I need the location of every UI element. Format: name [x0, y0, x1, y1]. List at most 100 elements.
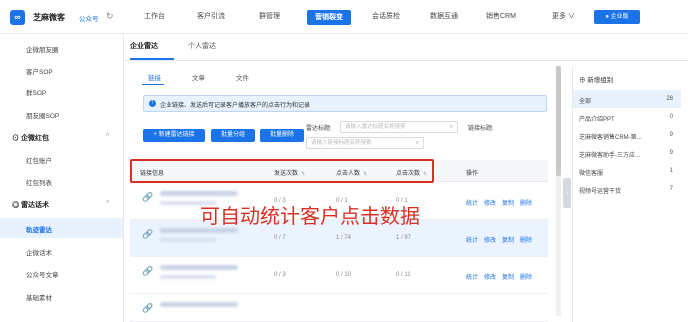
link-icon: 🔗	[142, 192, 154, 202]
tab-enterprise-radar[interactable]: 企业雷达	[130, 41, 158, 51]
subtab-link[interactable]: 链接	[148, 72, 161, 82]
group-name: 微信客服	[579, 171, 604, 177]
copy-link[interactable]: 复制	[502, 235, 514, 244]
sidebar-group-label: 雷达话术	[20, 202, 49, 209]
input-placeholder: 请输入链接标题名称搜索	[311, 140, 372, 146]
notice-text: 企业链接、发送后可记录客户播放客户的点击行为和记录	[160, 103, 311, 109]
send-count-cell: 0 / 7	[274, 235, 286, 241]
nav-data-sync[interactable]: 数据互通	[430, 0, 458, 34]
group-count: 7	[669, 186, 673, 192]
group-count: 1	[669, 168, 673, 174]
nav-group-management[interactable]: 群管理	[259, 0, 280, 34]
app-logo: ∞	[10, 10, 25, 25]
click-people-cell: 1 / 74	[336, 235, 352, 241]
blurred-title	[160, 302, 238, 307]
nav-more[interactable]: 更多 ∨	[552, 0, 575, 34]
delete-link[interactable]: 删除	[520, 272, 532, 281]
radar-title-label: 雷达标题:	[306, 126, 332, 132]
sidebar-item-materials[interactable]: 基础素材	[26, 292, 52, 302]
collapse-panel-icon[interactable]: ›	[563, 178, 571, 208]
switch-icon[interactable]: ↻	[106, 11, 114, 22]
add-group-button[interactable]: ⊕ 新增组别	[579, 74, 613, 84]
copy-link[interactable]: 复制	[502, 272, 514, 281]
group-name: 全部	[579, 99, 592, 105]
group-name: 视频号运营干货	[579, 189, 622, 195]
batch-group-button[interactable]: 批量分组	[211, 129, 255, 142]
group-panel: ⊕ 新增组别 全部 28 产品介绍PPT 0 芝麻微客销售CRM-第... 9 …	[572, 66, 681, 322]
sidebar-group-radar[interactable]: ◎ 雷达话术 ^	[12, 200, 109, 210]
group-item[interactable]: 全部 28	[573, 90, 681, 108]
nav-sales-crm[interactable]: 销售CRM	[486, 0, 516, 34]
click-count-cell: 1 / 97	[396, 235, 412, 241]
search-icon[interactable]: ⌕	[450, 122, 453, 132]
stats-link[interactable]: 统计	[466, 198, 478, 207]
new-radar-link-button[interactable]: + 新建雷达链接	[143, 129, 205, 142]
nav-customer-acquisition[interactable]: 客户引流	[197, 0, 225, 34]
send-count-cell: 0 / 3	[274, 272, 286, 278]
edit-link[interactable]: 修改	[484, 235, 496, 244]
subtab-file[interactable]: 文件	[236, 72, 249, 82]
top-bar: ∞ 芝麻微客 公众号 ↻ 工作台 客户引流 群管理 营销裂变 会话质检 数据互通…	[0, 0, 688, 34]
link-icon: 🔗	[142, 266, 154, 276]
account-label[interactable]: 公众号	[79, 13, 99, 23]
table-row[interactable]: 🔗	[130, 294, 548, 322]
enterprise-badge[interactable]: ● 企业版	[594, 10, 640, 24]
link-title-search-input[interactable]: 请输入链接标题名称搜索 ⌕	[306, 137, 424, 149]
sidebar-item-label: 轨迹雷达	[26, 227, 52, 234]
click-people-cell: 0 / 10	[336, 272, 352, 278]
batch-delete-button[interactable]: 批量删除	[260, 129, 304, 142]
vertical-scrollbar-thumb[interactable]	[556, 66, 561, 176]
delete-link[interactable]: 删除	[520, 198, 532, 207]
brand-name: 芝麻微客	[33, 13, 65, 22]
redpacket-icon: ⊙	[12, 135, 21, 142]
chevron-up-icon: ^	[106, 200, 110, 207]
group-count: 9	[669, 132, 673, 138]
sidebar-group-redpacket[interactable]: ⊙ 企微红包 ^	[12, 133, 109, 143]
group-item[interactable]: 微信客服 1	[573, 162, 681, 180]
copy-link[interactable]: 复制	[502, 198, 514, 207]
sidebar-item-redpacket-account[interactable]: 红包账户	[26, 155, 52, 165]
sidebar-item-group-sop[interactable]: 群SOP	[26, 87, 46, 97]
highlight-frame	[130, 159, 434, 183]
group-count: 9	[669, 150, 673, 156]
nav-workbench[interactable]: 工作台	[144, 0, 165, 34]
blurred-subtitle	[160, 238, 216, 242]
sidebar-item-track-radar[interactable]: 轨迹雷达	[0, 218, 123, 238]
group-name: 芝麻微客助手-三方应...	[579, 153, 640, 159]
group-item[interactable]: 芝麻微客销售CRM-第... 9	[573, 126, 681, 144]
subtab-indicator	[142, 84, 164, 85]
search-icon[interactable]: ⌕	[416, 138, 419, 148]
blurred-title	[160, 191, 238, 196]
radar-title-search-input[interactable]: 请输入雷达标题名称搜索 ⌕	[340, 121, 458, 133]
sidebar-item-moments-sop[interactable]: 朋友圈SOP	[26, 110, 59, 120]
nav-session-inspection[interactable]: 会话质检	[372, 0, 400, 34]
info-notice: ! 企业链接、发送后可记录客户播放客户的点击行为和记录	[143, 95, 547, 112]
delete-link[interactable]: 删除	[520, 235, 532, 244]
info-icon: !	[149, 100, 156, 107]
sidebar-group-label: 企微红包	[20, 135, 49, 142]
chevron-up-icon: ^	[106, 133, 110, 140]
group-item[interactable]: 产品介绍PPT 0	[573, 108, 681, 126]
click-count-cell: 0 / 11	[396, 272, 411, 278]
sidebar: 企微朋友圈 客户SOP 群SOP 朋友圈SOP ⊙ 企微红包 ^ 红包账户 红包…	[0, 34, 124, 322]
group-item[interactable]: 芝麻微客助手-三方应... 9	[573, 144, 681, 162]
radar-icon: ◎	[12, 202, 21, 209]
nav-marketing[interactable]: 营销裂变	[307, 10, 351, 25]
table-row[interactable]: 🔗 0 / 3 0 / 10 0 / 11 统计 修改 复制 删除	[130, 257, 548, 294]
stats-link[interactable]: 统计	[466, 235, 478, 244]
blurred-title	[160, 265, 238, 270]
group-count: 0	[669, 114, 673, 120]
tabs-divider	[124, 60, 688, 61]
sidebar-item-articles[interactable]: 公众号文章	[26, 269, 59, 279]
sidebar-item-redpacket-list[interactable]: 红包列表	[26, 177, 52, 187]
sidebar-item-customer-sop[interactable]: 客户SOP	[26, 66, 53, 76]
stats-link[interactable]: 统计	[466, 272, 478, 281]
sidebar-item-moments[interactable]: 企微朋友圈	[26, 44, 59, 54]
sidebar-item-scripts[interactable]: 企微话术	[26, 247, 52, 257]
edit-link[interactable]: 修改	[484, 272, 496, 281]
tab-personal-radar[interactable]: 个人雷达	[188, 41, 216, 51]
group-item[interactable]: 视频号运营干货 7	[573, 180, 681, 198]
edit-link[interactable]: 修改	[484, 198, 496, 207]
link-icon: 🔗	[142, 303, 154, 313]
subtab-article[interactable]: 文章	[192, 72, 205, 82]
